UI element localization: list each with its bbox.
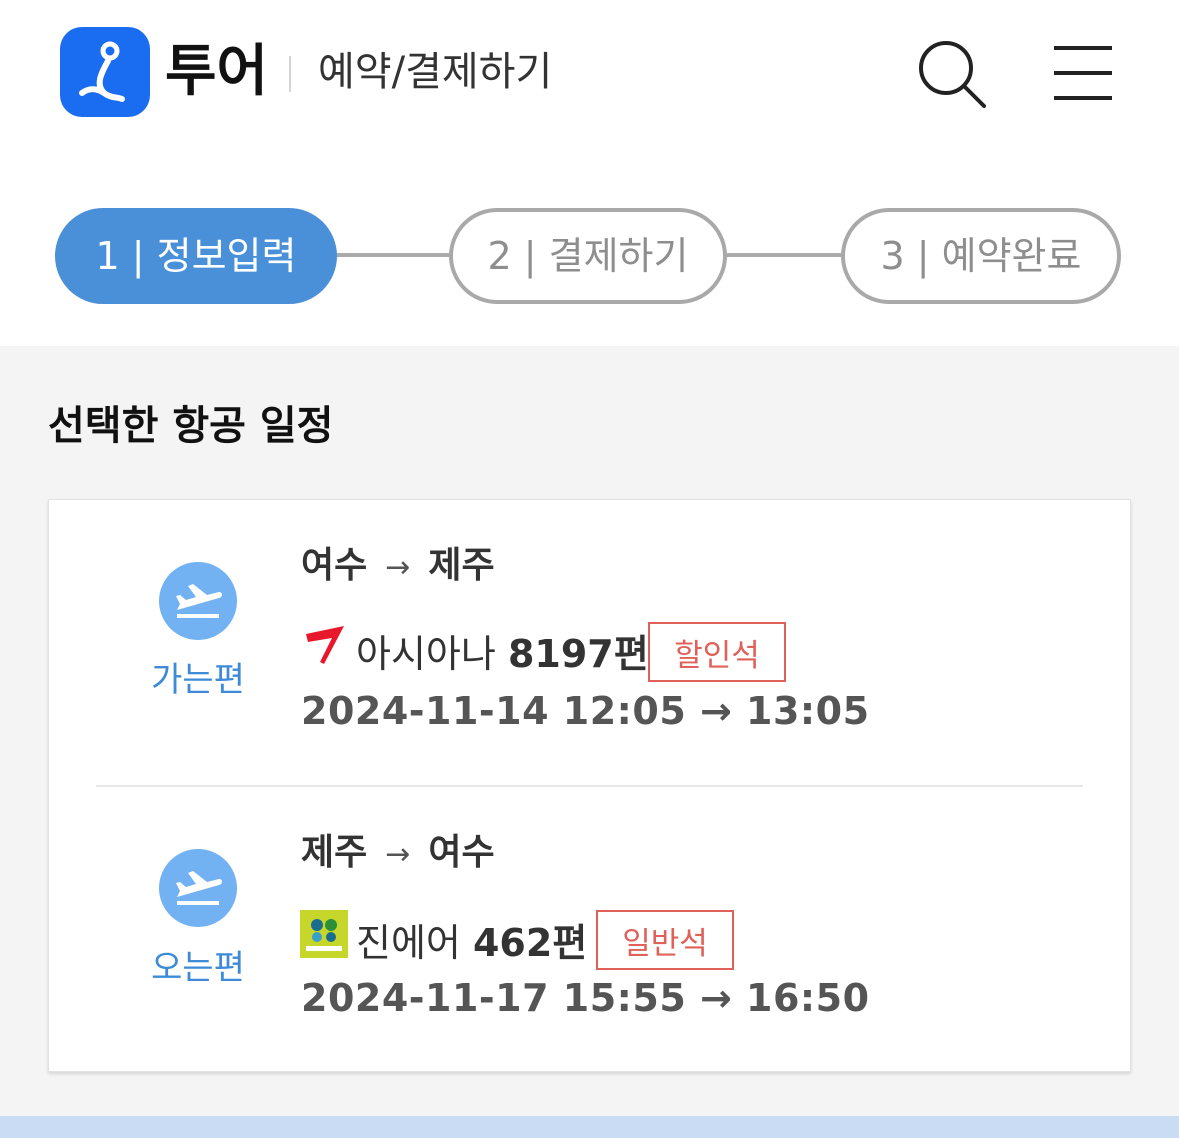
flight-name-outbound: 아시아나 8197편: [356, 628, 649, 680]
tour-logo-icon[interactable]: [60, 27, 150, 117]
card-divider: [96, 785, 1083, 787]
airplane-takeoff-icon: [159, 849, 237, 927]
direction-label-outbound: 가는편: [151, 660, 245, 700]
route-from: 제주: [301, 832, 368, 873]
flight-schedule-outbound: 2024-11-14 12:05 → 13:05: [301, 689, 870, 733]
route-arrow: →: [385, 550, 411, 585]
bottom-strip: [0, 1116, 1179, 1138]
flight-name-return: 진에어 462편: [356, 917, 587, 969]
header-divider: [289, 56, 291, 92]
step-info-input: 1 | 정보입력: [55, 208, 337, 304]
route-to: 제주: [428, 545, 495, 586]
hamburger-menu-icon: [1054, 46, 1112, 100]
route-return: 제주 → 여수: [301, 829, 495, 879]
route-arrow: →: [385, 837, 411, 872]
search-icon: [919, 41, 986, 108]
direction-label-return: 오는편: [151, 948, 245, 988]
airline-name: 아시아나: [356, 632, 496, 676]
route-to: 여수: [428, 832, 495, 873]
menu-button[interactable]: [1050, 40, 1116, 106]
route-from: 여수: [301, 545, 368, 586]
section-title: 선택한 항공 일정: [48, 403, 334, 449]
step-payment: 2 | 결제하기: [449, 208, 727, 304]
brand-name: 투어: [165, 39, 269, 104]
flight-number: 462편: [472, 921, 588, 965]
airline-name: 진에어: [356, 921, 461, 965]
page-title: 예약/결제하기: [318, 49, 553, 95]
step-connector: [337, 253, 449, 257]
step-complete: 3 | 예약완료: [841, 208, 1121, 304]
airplane-takeoff-icon: [159, 562, 237, 640]
search-button[interactable]: [914, 36, 990, 112]
flight-number: 8197편: [507, 632, 649, 676]
route-outbound: 여수 → 제주: [301, 542, 495, 592]
seat-class-badge: 일반석: [596, 910, 734, 970]
step-connector: [727, 253, 841, 257]
app-header: 투어 예약/결제하기 1 | 정보입력 2 | 결제하기 3 | 예약완료: [0, 0, 1179, 346]
seat-class-badge: 할인석: [648, 622, 786, 682]
asiana-logo-icon: [302, 624, 346, 672]
jinair-logo-icon: [300, 910, 348, 962]
flight-schedule-return: 2024-11-17 15:55 → 16:50: [301, 976, 870, 1020]
